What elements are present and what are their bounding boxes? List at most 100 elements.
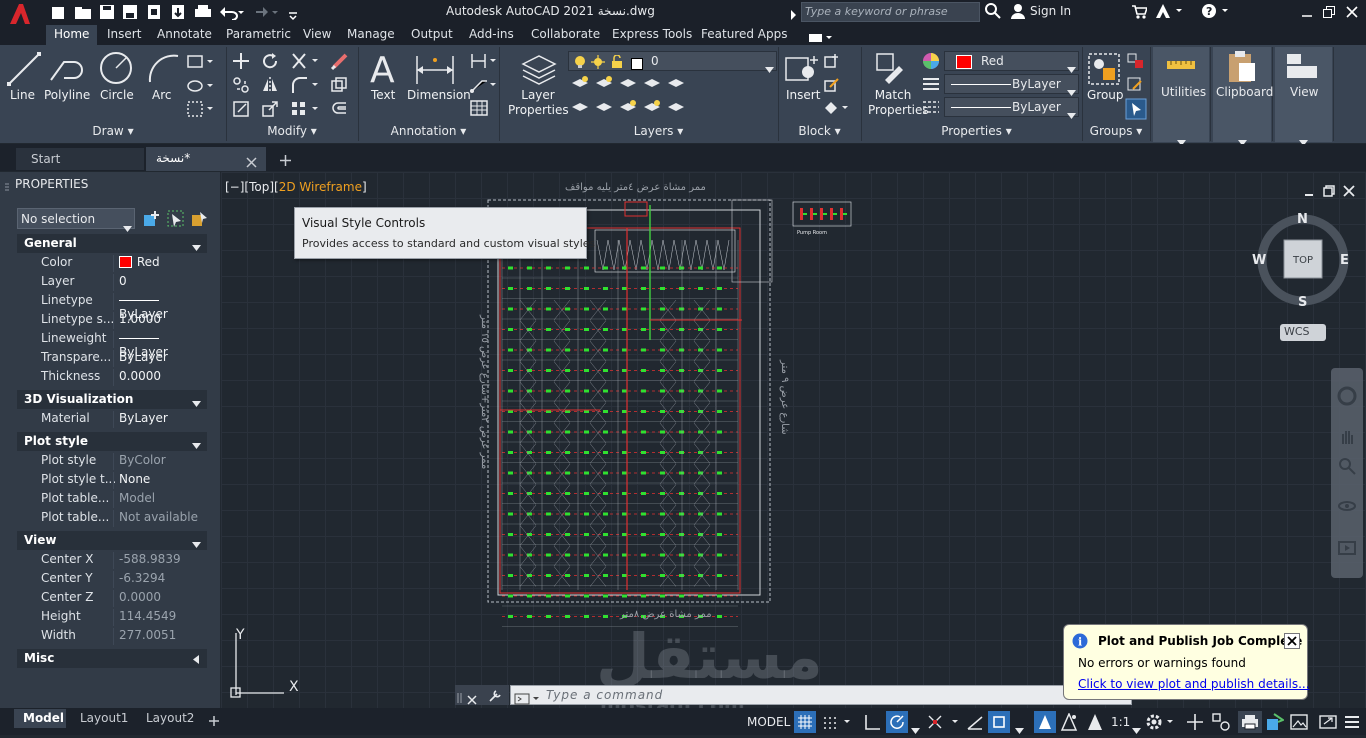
object-snap-tracking-icon[interactable]	[966, 713, 984, 735]
visual-style-control[interactable]: 2D Wireframe	[279, 180, 362, 194]
group-icon[interactable]	[1087, 52, 1121, 90]
viewport-controls[interactable]: [−][Top][2D Wireframe]	[225, 180, 367, 194]
web-open-icon[interactable]	[146, 4, 162, 24]
text-icon[interactable]: A	[368, 50, 398, 91]
table-icon[interactable]	[470, 100, 488, 120]
snap-icon[interactable]	[822, 714, 852, 734]
hatch-icon[interactable]	[187, 101, 215, 121]
insert-button[interactable]: Insert	[786, 88, 820, 102]
workspace-gear-icon[interactable]	[1145, 713, 1175, 735]
prop-row-linetype-scale[interactable]: Linetype s... 1.0000	[17, 310, 207, 329]
view-button[interactable]: View	[1275, 47, 1332, 146]
wcs-menu[interactable]: WCS	[1280, 324, 1326, 341]
dimension-button[interactable]: Dimension	[407, 88, 471, 102]
viewport-close-icon[interactable]	[1343, 182, 1355, 201]
isodraft-icon[interactable]	[926, 713, 962, 735]
properties-panel-title[interactable]: Properties ▾	[861, 124, 1082, 142]
tab-insert[interactable]: Insert	[99, 25, 149, 45]
autocad-logo-icon[interactable]	[8, 3, 32, 25]
tab-manage[interactable]: Manage	[339, 25, 403, 45]
tab-start[interactable]: Start	[16, 148, 144, 170]
customization-menu-icon[interactable]	[1343, 713, 1361, 735]
leader-icon[interactable]	[470, 77, 498, 97]
osnap-toggle[interactable]	[988, 711, 1010, 733]
polar-menu-icon[interactable]	[911, 719, 920, 738]
close-tab-icon[interactable]	[246, 153, 257, 172]
plot-status-button[interactable]	[1238, 711, 1262, 733]
layers-panel-title[interactable]: Layers ▾	[499, 124, 778, 142]
mirror-icon[interactable]	[261, 76, 279, 98]
section-view[interactable]: View	[17, 531, 207, 550]
save-as-icon[interactable]	[122, 4, 138, 24]
annotation-panel-title[interactable]: Annotation ▾	[358, 124, 499, 142]
erase-icon[interactable]	[330, 51, 350, 75]
array-icon[interactable]	[290, 100, 320, 122]
fillet-icon[interactable]	[290, 76, 320, 98]
tab-express-tools[interactable]: Express Tools	[604, 25, 700, 45]
ellipse-icon[interactable]	[187, 78, 215, 97]
user-icon[interactable]	[1010, 3, 1026, 23]
explode-icon[interactable]	[330, 76, 348, 98]
minimize-icon[interactable]	[1300, 4, 1314, 23]
section-plot-style[interactable]: Plot style	[17, 432, 207, 451]
tab-drawing[interactable]: نسخة*	[146, 147, 266, 171]
customize-command-icon[interactable]	[488, 688, 502, 707]
close-command-icon[interactable]	[467, 690, 477, 709]
save-icon[interactable]	[99, 4, 115, 24]
undo-icon[interactable]	[218, 4, 244, 24]
rectangle-icon[interactable]	[187, 54, 215, 73]
color-wheel-icon[interactable]	[922, 52, 940, 74]
match-properties-button[interactable]: Match Properties	[868, 88, 929, 118]
layout-tab-layout1[interactable]: Layout1	[80, 711, 128, 725]
clean-screen-icon[interactable]	[1290, 713, 1308, 735]
search-expand-icon[interactable]	[789, 6, 797, 25]
polyline-icon[interactable]	[48, 52, 84, 90]
viewport-restore-icon[interactable]	[1323, 182, 1335, 201]
text-button[interactable]: Text	[371, 88, 395, 102]
layout-tab-layout2[interactable]: Layout2	[146, 711, 194, 725]
prop-row-center-z[interactable]: Center Z 0.0000	[17, 588, 207, 607]
tab-featured-apps[interactable]: Featured Apps	[693, 25, 795, 45]
section-misc[interactable]: Misc	[17, 649, 207, 668]
grid-toggle[interactable]	[794, 711, 816, 733]
annotation-scale-value[interactable]: 1:1	[1111, 715, 1130, 729]
prop-row-plot-table-1[interactable]: Plot table... Model	[17, 489, 207, 508]
rotate-icon[interactable]	[261, 52, 279, 74]
prop-row-plot-style[interactable]: Plot style ByColor	[17, 451, 207, 470]
prop-row-center-y[interactable]: Center Y -6.3294	[17, 569, 207, 588]
add-layout-icon[interactable]	[208, 712, 220, 731]
stretch-icon[interactable]	[232, 100, 250, 122]
arc-icon[interactable]	[146, 52, 182, 90]
copy-icon[interactable]	[232, 76, 250, 98]
offset-icon[interactable]	[330, 100, 348, 122]
tab-collaborate[interactable]: Collaborate	[523, 25, 608, 45]
linetype-dropdown[interactable]: ByLayer	[944, 97, 1079, 119]
block-attribute-icon[interactable]	[824, 100, 852, 120]
tab-output[interactable]: Output	[403, 25, 461, 45]
prop-row-linetype[interactable]: Linetype ByLayer	[17, 291, 207, 321]
prop-row-color[interactable]: Color Red	[17, 253, 207, 272]
color-dropdown[interactable]: Red	[944, 51, 1079, 73]
redo-icon[interactable]	[252, 4, 278, 24]
scale-menu-icon[interactable]	[1132, 719, 1141, 738]
prop-row-center-x[interactable]: Center X -588.9839	[17, 550, 207, 569]
viewport-minimize-icon[interactable]	[1303, 182, 1315, 201]
prop-row-layer[interactable]: Layer 0	[17, 272, 207, 291]
group-edit-icon[interactable]	[1127, 77, 1145, 97]
hardware-acceleration-icon[interactable]	[1266, 713, 1286, 735]
showmotion-icon[interactable]	[1337, 538, 1357, 562]
prop-row-height[interactable]: Height 114.4549	[17, 607, 207, 626]
layout-tab-model[interactable]: Model	[14, 709, 66, 728]
section-3d-visualization[interactable]: 3D Visualization	[17, 390, 207, 409]
layer-tools-icons[interactable]	[570, 75, 690, 124]
model-space-toggle[interactable]: MODEL	[747, 715, 790, 729]
annotation-scale-menu-icon[interactable]	[1086, 713, 1104, 735]
trim-icon[interactable]	[290, 52, 320, 74]
command-line-handle[interactable]	[455, 685, 509, 705]
notification-link[interactable]: Click to view plot and publish details..…	[1078, 677, 1310, 691]
arc-button[interactable]: Arc	[152, 88, 171, 102]
match-properties-icon[interactable]	[873, 50, 909, 90]
palette-grip-icon[interactable]	[4, 178, 10, 197]
prop-row-width[interactable]: Width 277.0051	[17, 626, 207, 645]
steering-wheel-icon[interactable]	[1337, 386, 1357, 410]
